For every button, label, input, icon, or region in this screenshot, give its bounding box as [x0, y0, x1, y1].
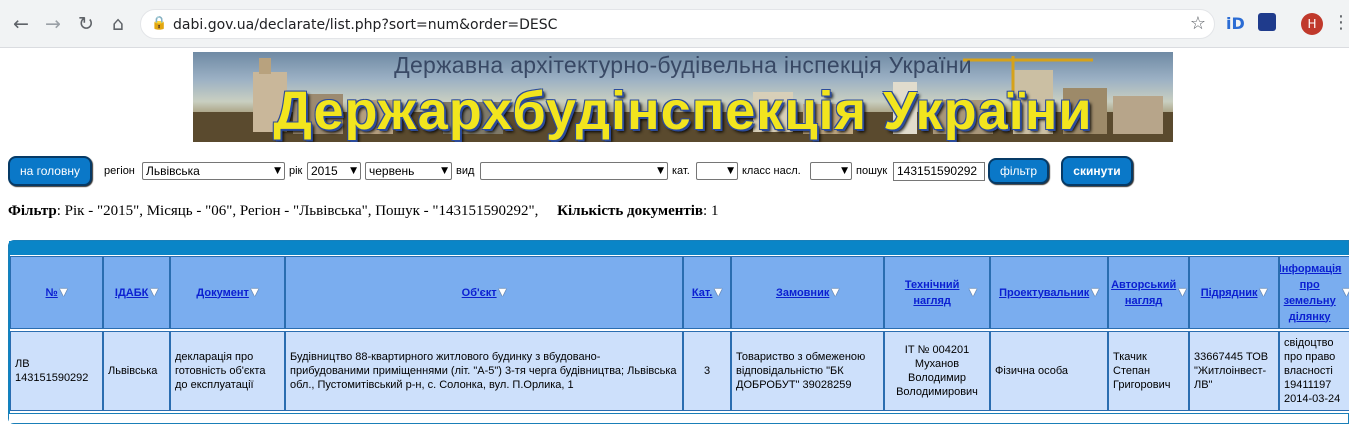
banner-subtitle: Державна архітектурно-будівельна інспекц…: [394, 52, 972, 78]
extension-flag-icon[interactable]: [1258, 13, 1276, 31]
cell-land-info: свідоцтво про право власності 19411197 2…: [1279, 331, 1349, 411]
sort-down-icon[interactable]: ▼: [1179, 287, 1187, 298]
region-label: регіон: [104, 165, 135, 177]
document-count-value: : 1: [703, 203, 719, 219]
back-icon[interactable]: ←: [9, 10, 33, 38]
address-bar[interactable]: 🔒 dabi.gov.ua/declarate/list.php?sort=nu…: [140, 9, 1215, 39]
column-header-label[interactable]: Авторський нагляд: [1111, 277, 1177, 309]
url-text: dabi.gov.ua/declarate/list.php?sort=num&…: [173, 17, 558, 33]
cell-customer: Товариство з обмеженою відповідальністю …: [731, 331, 884, 411]
column-header-object[interactable]: Об'єкт ▼: [285, 256, 683, 329]
chevron-down-icon: ▼: [441, 166, 448, 176]
column-header-label[interactable]: Технічний нагляд: [897, 277, 967, 309]
class-label: класс насл.: [742, 165, 801, 177]
table-grid: № ▼ ІДАБК ▼ Документ ▼ Об'єкт ▼ Кат. ▼ Замовн…: [10, 255, 1349, 413]
column-header-label[interactable]: Документ: [196, 285, 248, 301]
column-header-customer[interactable]: Замовник ▼: [731, 256, 884, 329]
column-header-label[interactable]: Об'єкт: [462, 285, 497, 301]
cell-designer: Фізична особа: [990, 331, 1108, 411]
type-select[interactable]: ▼: [480, 162, 668, 180]
column-header-label[interactable]: Проектувальник: [999, 285, 1089, 301]
cell-author-supervision: Ткачик Степан Григорович: [1108, 331, 1189, 411]
forward-icon[interactable]: →: [41, 10, 65, 38]
site-banner: Державна архітектурно-будівельна інспекц…: [193, 52, 1173, 142]
region-select-value: Львівська: [146, 164, 200, 178]
chevron-down-icon: ▼: [274, 166, 281, 176]
category-select[interactable]: ▼: [696, 162, 738, 180]
chevron-down-icon: ▼: [350, 166, 357, 176]
cell-document: декларація про готовність об'єкта до екс…: [170, 331, 285, 411]
filter-summary-text: : Рік - "2015", Місяць - "06", Регіон - …: [56, 203, 539, 219]
results-table: № ▼ ІДАБК ▼ Документ ▼ Об'єкт ▼ Кат. ▼ Замовн…: [8, 240, 1349, 424]
browser-toolbar: ← → ↻ ⌂ 🔒 dabi.gov.ua/declarate/list.php…: [0, 0, 1349, 48]
search-input[interactable]: 143151590292: [893, 162, 985, 181]
column-header-label[interactable]: №: [46, 285, 58, 301]
category-label: кат.: [672, 165, 690, 177]
home-icon[interactable]: ⌂: [106, 10, 130, 38]
cell-category: 3: [683, 331, 731, 411]
column-header-land-info[interactable]: Інформація про земельну ділянку▼: [1279, 256, 1349, 329]
column-header-category[interactable]: Кат. ▼: [683, 256, 731, 329]
sort-down-icon[interactable]: ▼: [1343, 287, 1349, 298]
year-select[interactable]: 2015 ▼: [307, 162, 361, 180]
sort-down-icon[interactable]: ▼: [831, 287, 839, 298]
column-header-contractor[interactable]: Підрядник ▼: [1189, 256, 1279, 329]
type-label: вид: [456, 165, 475, 177]
column-header-document[interactable]: Документ ▼: [170, 256, 285, 329]
month-select-value: червень: [369, 164, 415, 178]
sort-down-icon[interactable]: ▼: [60, 287, 68, 298]
column-header-idabk[interactable]: ІДАБК ▼: [103, 256, 170, 329]
column-header-tech-supervision[interactable]: Технічний нагляд ▼: [884, 256, 990, 329]
sort-down-icon[interactable]: ▼: [714, 287, 722, 298]
column-header-number[interactable]: № ▼: [10, 256, 103, 329]
cell-tech-supervision: ІТ № 004201 Муханов Володимир Володимиро…: [884, 331, 990, 411]
cell-number: ЛВ 143151590292: [10, 331, 103, 411]
home-button[interactable]: на головну: [8, 156, 92, 186]
chevron-down-icon: ▼: [841, 166, 848, 176]
sort-down-icon[interactable]: ▼: [1260, 287, 1268, 298]
sort-down-icon[interactable]: ▼: [969, 287, 977, 298]
year-label: рік: [289, 165, 303, 177]
search-label: пошук: [856, 165, 888, 177]
month-select[interactable]: червень ▼: [365, 162, 452, 180]
filter-summary-label: Фільтр: [8, 203, 57, 219]
sort-down-icon[interactable]: ▼: [1091, 287, 1099, 298]
region-select[interactable]: Львівська ▼: [142, 162, 285, 180]
chevron-down-icon: ▼: [657, 166, 664, 176]
cell-idabk: Львівська: [103, 331, 170, 411]
column-header-designer[interactable]: Проектувальник ▼: [990, 256, 1108, 329]
document-count-label: Кількість документів: [557, 203, 704, 219]
banner-title: Держархбудінспекція України: [273, 81, 1093, 141]
bookmark-star-icon[interactable]: ☆: [1190, 13, 1206, 34]
table-top-bar: [9, 241, 1348, 255]
cell-object: Будівництво 88-квартирного житлового буд…: [285, 331, 683, 411]
profile-avatar[interactable]: H: [1301, 13, 1323, 35]
chevron-down-icon: ▼: [727, 166, 734, 176]
filter-button[interactable]: фільтр: [988, 158, 1049, 184]
sort-down-icon[interactable]: ▼: [499, 287, 507, 298]
column-header-author-supervision[interactable]: Авторський нагляд ▼: [1108, 256, 1189, 329]
reset-button[interactable]: скинути: [1061, 156, 1133, 186]
table-bottom-bar: [9, 413, 1348, 423]
column-header-label[interactable]: Кат.: [692, 285, 712, 301]
column-header-label[interactable]: ІДАБК: [115, 285, 148, 301]
column-header-label[interactable]: Замовник: [776, 285, 829, 301]
sort-down-icon[interactable]: ▼: [150, 287, 158, 298]
class-select[interactable]: ▼: [810, 162, 852, 180]
cell-contractor: 33667445 ТОВ "Житлоінвест-ЛВ": [1189, 331, 1279, 411]
column-header-label[interactable]: Підрядник: [1201, 285, 1258, 301]
reload-icon[interactable]: ↻: [74, 10, 98, 38]
lock-icon: 🔒: [151, 16, 168, 31]
filter-summary: Фільтр: Рік - "2015", Місяць - "06", Рег…: [8, 203, 718, 220]
sort-down-icon[interactable]: ▼: [251, 287, 259, 298]
column-header-label[interactable]: Інформація про земельну ділянку: [1280, 261, 1341, 325]
year-select-value: 2015: [311, 164, 338, 178]
extension-id-icon[interactable]: iD: [1226, 14, 1245, 33]
menu-kebab-icon[interactable]: ⋮: [1332, 12, 1349, 33]
